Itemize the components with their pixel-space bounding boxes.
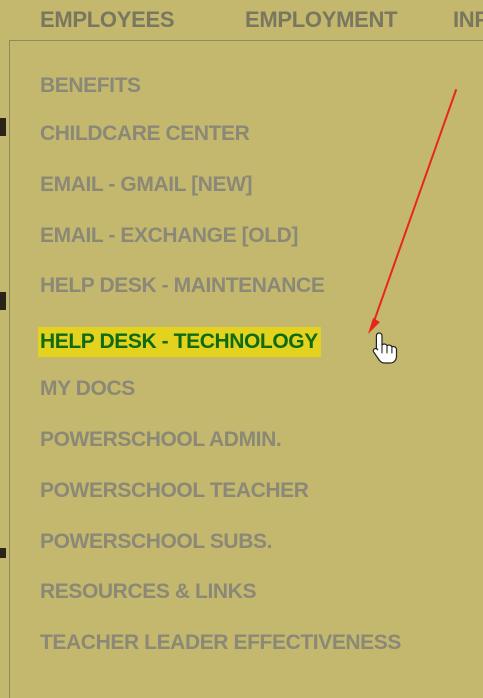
menu-item-help-desk-maintenance[interactable]: HELP DESK - MAINTENANCE (40, 271, 325, 301)
menu-item-email-exchange[interactable]: EMAIL - EXCHANGE [OLD] (40, 221, 298, 251)
nav-employees[interactable]: EMPLOYEES (40, 7, 175, 33)
menu-item-resources-links[interactable]: RESOURCES & LINKS (40, 577, 256, 607)
menu-item-childcare-center[interactable]: CHILDCARE CENTER (40, 119, 250, 149)
menu-item-powerschool-admin[interactable]: POWERSCHOOL ADMIN. (40, 425, 282, 455)
background-fragment (0, 548, 6, 558)
menu-item-email-gmail[interactable]: EMAIL - GMAIL [NEW] (40, 170, 253, 200)
nav-employment[interactable]: EMPLOYMENT (245, 7, 398, 33)
background-fragment (0, 118, 6, 136)
menu-item-powerschool-teacher[interactable]: POWERSCHOOL TEACHER (40, 476, 309, 506)
menu-item-benefits[interactable]: BENEFITS (40, 71, 141, 101)
menu-item-powerschool-subs[interactable]: POWERSCHOOL SUBS. (40, 527, 272, 557)
employees-dropdown-menu: BENEFITS CHILDCARE CENTER EMAIL - GMAIL … (9, 40, 483, 698)
menu-item-my-docs[interactable]: MY DOCS (40, 374, 135, 404)
nav-information[interactable]: INF (453, 7, 483, 33)
top-navigation: EMPLOYEES EMPLOYMENT INF (0, 0, 483, 36)
background-fragment (0, 292, 6, 310)
menu-item-teacher-leader-effectiveness[interactable]: TEACHER LEADER EFFECTIVENESS (40, 628, 401, 658)
menu-item-help-desk-technology[interactable]: HELP DESK - TECHNOLOGY (38, 327, 321, 357)
page-background-edge (0, 0, 8, 698)
